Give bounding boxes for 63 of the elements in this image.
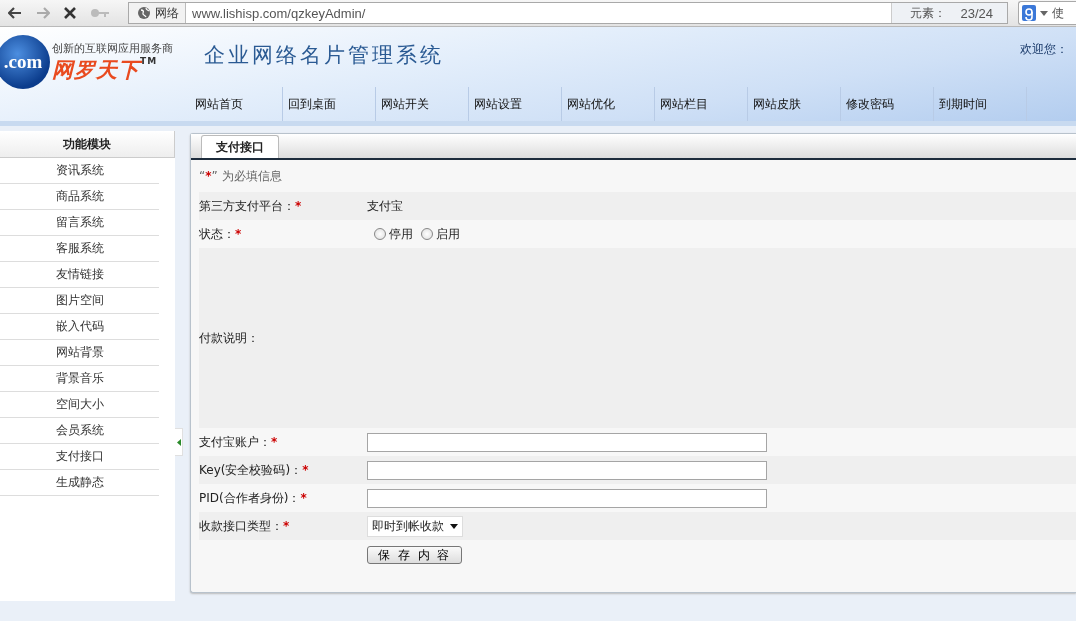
triangle-icon bbox=[176, 438, 181, 446]
save-button[interactable]: 保 存 内 容 bbox=[367, 546, 463, 564]
radio-label[interactable]: 启用 bbox=[436, 225, 460, 243]
caret-icon bbox=[1040, 10, 1048, 16]
nav-link[interactable]: 网站皮肤 bbox=[748, 87, 841, 121]
sidebar-item[interactable]: 留言系统 bbox=[0, 210, 159, 236]
nav-link[interactable]: 回到桌面 bbox=[283, 87, 376, 121]
logo-globe: .com bbox=[0, 35, 50, 89]
sidebar-item[interactable]: 生成静态 bbox=[0, 470, 159, 496]
sidebar-item[interactable]: 资讯系统 bbox=[0, 158, 159, 184]
welcome-text: 欢迎您： bbox=[1020, 41, 1068, 58]
field-label: Key(安全校验码)：* bbox=[199, 462, 309, 477]
caret-icon bbox=[450, 523, 458, 529]
nav-link[interactable]: 网站栏目 bbox=[655, 87, 748, 121]
radio-label[interactable]: 停用 bbox=[389, 225, 413, 243]
sidebar-item[interactable]: 图片空间 bbox=[0, 288, 159, 314]
sidebar-item[interactable]: 客服系统 bbox=[0, 236, 159, 262]
brand-logo: 网罗天下$^{TM}$ bbox=[52, 56, 159, 84]
slogan: 创新的互联网应用服务商 bbox=[52, 41, 173, 56]
sidebar-title: 功能模块 bbox=[0, 131, 175, 158]
text-input[interactable] bbox=[367, 488, 767, 508]
sidebar-item[interactable]: 商品系统 bbox=[0, 184, 159, 210]
field-label: 第三方支付平台：* bbox=[199, 198, 302, 213]
url-text: www.lishisp.com/qzkeyAdmin/ bbox=[191, 5, 367, 21]
field-label: 状态：* bbox=[199, 226, 242, 241]
field-label: PID(合作者身份)：* bbox=[199, 490, 307, 505]
nav-link[interactable]: 网站首页 bbox=[190, 87, 283, 121]
sidebar-item[interactable]: 支付接口 bbox=[0, 444, 159, 470]
field-label: 收款接口类型：* bbox=[199, 518, 290, 533]
key-icon[interactable] bbox=[90, 8, 110, 18]
nav-link[interactable]: 网站设置 bbox=[469, 87, 562, 121]
forward-icon[interactable] bbox=[36, 7, 50, 19]
site-badge[interactable]: 网络 bbox=[129, 3, 186, 23]
dropdown[interactable]: 即时到帐收款 bbox=[367, 515, 463, 537]
element-counter: 元素： 23/24 bbox=[891, 3, 1007, 23]
search-box[interactable]: 使 bbox=[1018, 1, 1076, 25]
text-input[interactable] bbox=[367, 460, 767, 480]
search-engine-icon bbox=[1022, 5, 1036, 21]
close-icon[interactable] bbox=[64, 7, 76, 19]
required-note: “*” 为必填信息 bbox=[199, 167, 282, 185]
tab[interactable]: 支付接口 bbox=[201, 135, 279, 158]
sidebar-item[interactable]: 嵌入代码 bbox=[0, 314, 159, 340]
sidebar-item[interactable]: 会员系统 bbox=[0, 418, 159, 444]
nav-link[interactable]: 到期时间 bbox=[934, 87, 1027, 121]
nav-link[interactable]: 网站开关 bbox=[376, 87, 469, 121]
collapse-handle[interactable] bbox=[175, 428, 183, 456]
field-value: 支付宝 bbox=[367, 197, 403, 215]
sidebar-item[interactable]: 空间大小 bbox=[0, 392, 159, 418]
field-label: 付款说明： bbox=[199, 330, 259, 345]
back-icon[interactable] bbox=[8, 7, 22, 19]
site-label: 网络 bbox=[155, 4, 179, 22]
text-input[interactable] bbox=[367, 432, 767, 452]
nav-link[interactable]: 修改密码 bbox=[841, 87, 934, 121]
system-title: 企业网络名片管理系统 bbox=[204, 42, 444, 69]
radio-button[interactable] bbox=[421, 228, 433, 240]
nav-link[interactable]: 网站优化 bbox=[562, 87, 655, 121]
field-label: 支付宝账户：* bbox=[199, 434, 278, 449]
sidebar-item[interactable]: 背景音乐 bbox=[0, 366, 159, 392]
sidebar-item[interactable]: 友情链接 bbox=[0, 262, 159, 288]
radio-button[interactable] bbox=[374, 228, 386, 240]
address-bar[interactable]: 网络 www.lishisp.com/qzkeyAdmin/ 元素： 23/24 bbox=[128, 2, 1008, 24]
sidebar-item[interactable]: 网站背景 bbox=[0, 340, 159, 366]
globe-icon bbox=[137, 6, 151, 20]
